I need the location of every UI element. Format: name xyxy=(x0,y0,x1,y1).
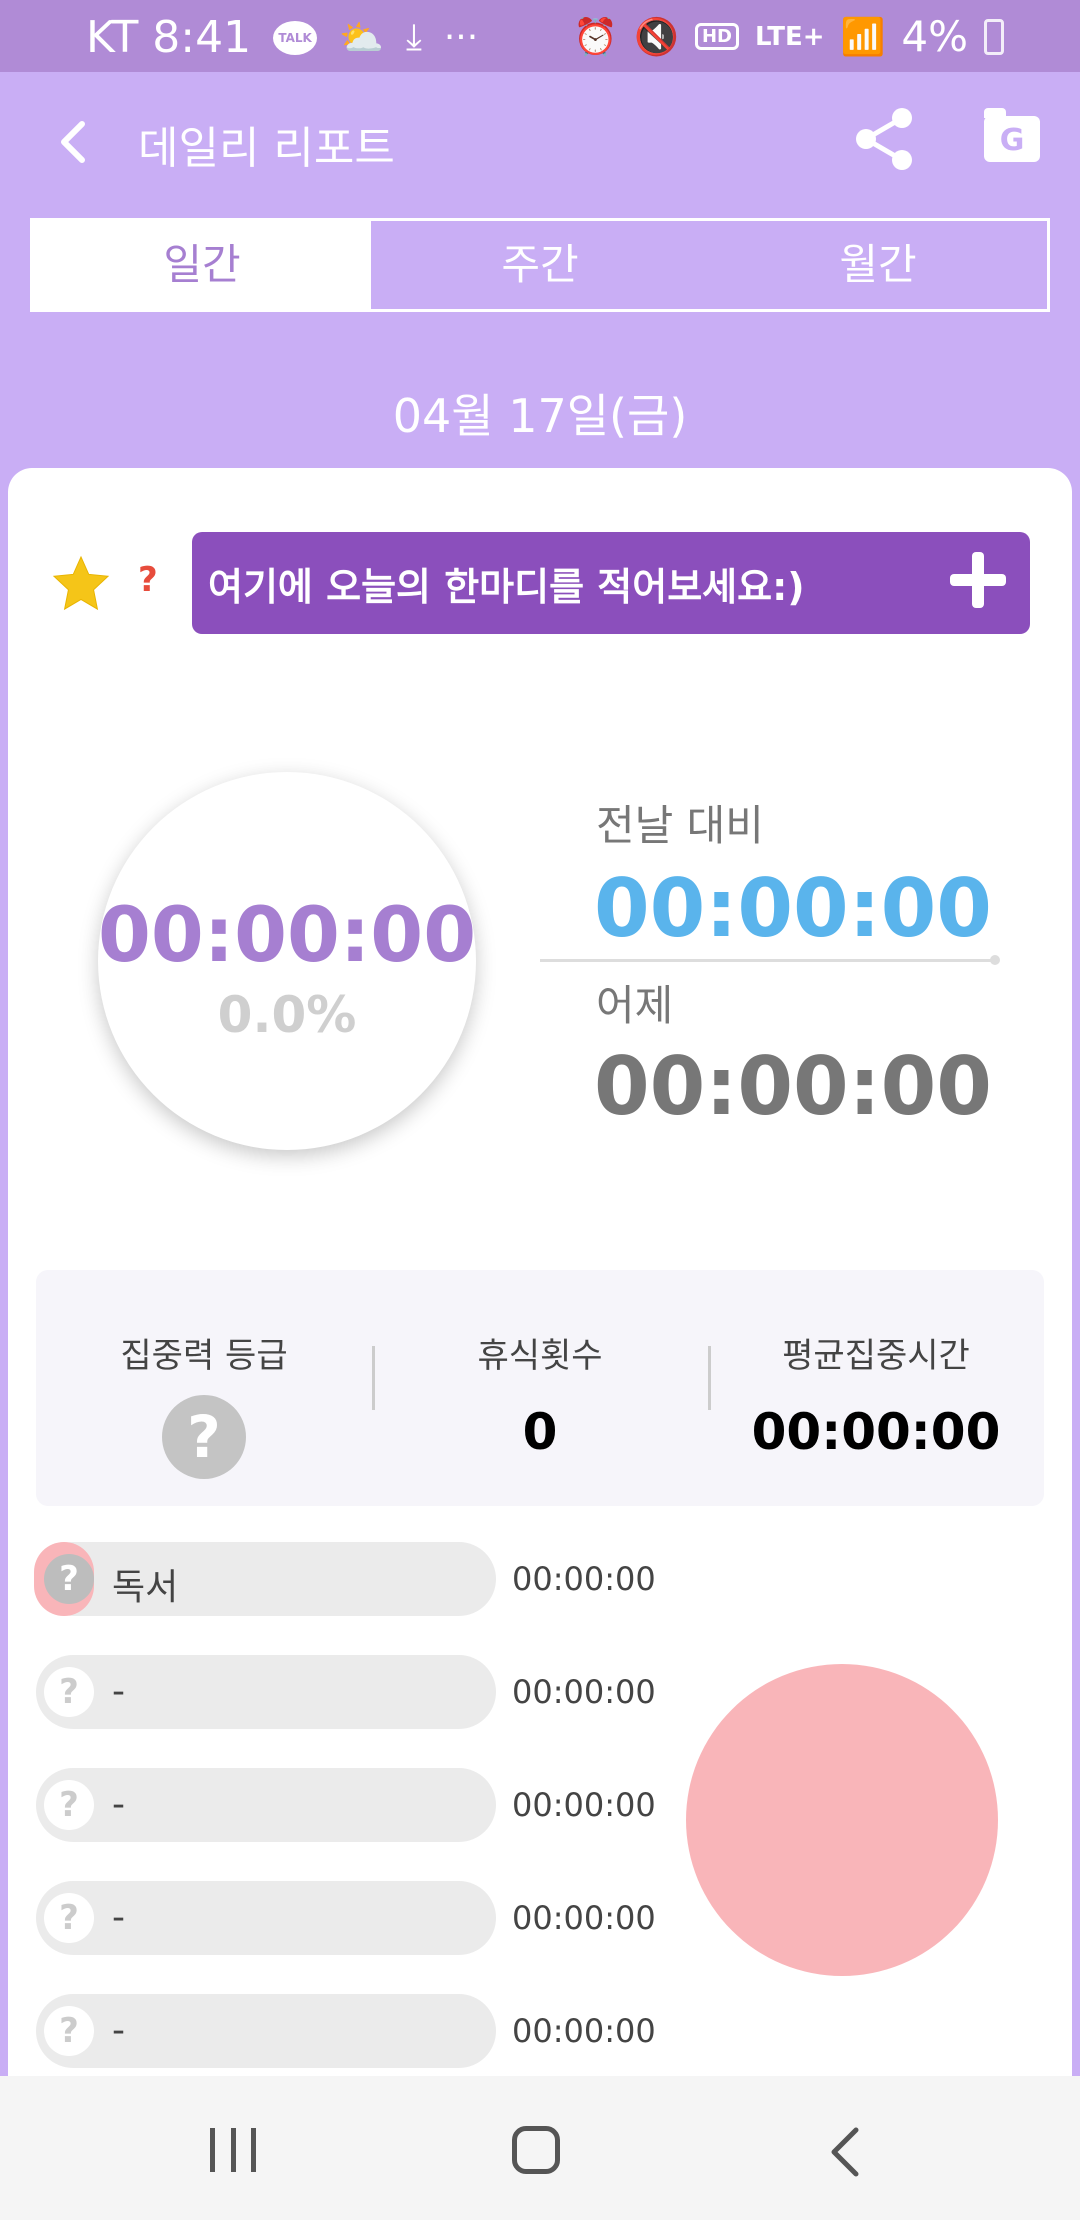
mute-icon: 🔇 xyxy=(634,16,679,58)
system-nav-bar xyxy=(0,2076,1080,2220)
page-title: 데일리 리포트 xyxy=(138,123,395,174)
tab-weekly[interactable]: 주간 xyxy=(371,221,709,309)
memo-placeholder: 여기에 오늘의 한마디를 적어보세요:) xyxy=(208,565,805,609)
system-back-icon[interactable] xyxy=(818,2124,874,2180)
status-right: ⏰ 🔇 HD LTE+ 📶 4% xyxy=(573,12,1004,61)
google-drive-backup-icon[interactable]: G xyxy=(984,108,1040,162)
home-icon[interactable] xyxy=(512,2126,560,2174)
back-arrow-icon[interactable] xyxy=(44,112,104,172)
download-icon: ⤓ xyxy=(405,16,422,58)
question-icon: ? xyxy=(44,1893,94,1943)
tab-monthly[interactable]: 월간 xyxy=(709,221,1047,309)
stat-break-count: 휴식횟수 0 xyxy=(372,1270,708,1506)
stat-value: 00:00:00 xyxy=(751,1403,1001,1461)
stat-average-focus: 평균집중시간 00:00:00 xyxy=(708,1270,1044,1506)
daily-memo-button[interactable]: 여기에 오늘의 한마디를 적어보세요:) xyxy=(192,532,1030,634)
yesterday-label: 어제 xyxy=(596,981,674,1030)
list-item[interactable]: ? 독서 00:00:00 xyxy=(34,1542,656,1616)
subject-time: 00:00:00 xyxy=(512,2012,656,2050)
share-icon[interactable] xyxy=(850,104,920,174)
network-type: LTE+ xyxy=(754,21,825,52)
help-icon[interactable]: ? xyxy=(138,560,158,600)
tab-daily[interactable]: 일간 xyxy=(33,221,371,309)
hd-voice-icon: HD xyxy=(694,23,739,50)
diff-label: 전날 대비 xyxy=(596,801,764,850)
diff-time: 00:00:00 xyxy=(594,862,992,955)
more-notifications-icon: ··· xyxy=(443,17,479,58)
today-achievement-percent: 0.0% xyxy=(217,986,357,1044)
stat-focus-grade: 집중력 등급 ? xyxy=(36,1270,372,1506)
today-total-circle: 00:00:00 0.0% xyxy=(98,772,476,1150)
battery-percent: 4% xyxy=(901,12,968,61)
compare-divider xyxy=(540,955,1000,965)
carrier-time: KT 8:41 xyxy=(86,12,252,63)
focus-grade-badge[interactable]: ? xyxy=(162,1395,246,1479)
subject-name: - xyxy=(112,2010,125,2051)
list-item[interactable]: ? - 00:00:00 xyxy=(36,1881,656,1955)
subject-name: 독서 xyxy=(112,1567,179,1608)
signal-icon: 📶 xyxy=(840,16,886,58)
status-left: KT 8:41 TALK ⛅ ⤓ ··· xyxy=(86,12,478,63)
weather-icon: ⛅ xyxy=(339,17,384,59)
star-icon[interactable] xyxy=(52,554,110,612)
list-item[interactable]: ? - 00:00:00 xyxy=(36,1994,656,2068)
stats-panel: 집중력 등급 ? 휴식횟수 0 평균집중시간 00:00:00 xyxy=(36,1270,1044,1506)
status-bar: KT 8:41 TALK ⛅ ⤓ ··· ⏰ 🔇 HD LTE+ 📶 4% xyxy=(0,0,1080,72)
plus-icon xyxy=(948,550,1008,610)
stat-label: 평균집중시간 xyxy=(782,1336,970,1376)
app-bar: 데일리 리포트 G xyxy=(0,72,1080,212)
list-item[interactable]: ? - 00:00:00 xyxy=(36,1655,656,1729)
subject-time: 00:00:00 xyxy=(512,1560,656,1598)
subject-name: - xyxy=(112,1671,125,1712)
stat-label: 집중력 등급 xyxy=(120,1336,288,1376)
stat-label: 휴식횟수 xyxy=(477,1336,603,1376)
kakaotalk-icon: TALK xyxy=(273,20,318,55)
question-icon: ? xyxy=(44,1667,94,1717)
stat-value: 0 xyxy=(522,1403,558,1461)
report-date[interactable]: 04월 17일(금) xyxy=(0,380,1080,446)
subject-time: 00:00:00 xyxy=(512,1786,656,1824)
yesterday-time: 00:00:00 xyxy=(594,1040,992,1133)
recent-apps-icon[interactable] xyxy=(210,2128,256,2172)
subject-time: 00:00:00 xyxy=(512,1673,656,1711)
alarm-icon: ⏰ xyxy=(573,16,619,58)
today-total-time: 00:00:00 xyxy=(98,890,477,979)
battery-icon xyxy=(984,18,1004,55)
subject-time: 00:00:00 xyxy=(512,1899,656,1937)
question-icon: ? xyxy=(44,1780,94,1830)
question-icon: ? xyxy=(44,1554,94,1604)
period-tabs: 일간 주간 월간 xyxy=(30,218,1050,312)
subject-name: - xyxy=(112,1897,125,1938)
subject-name: - xyxy=(112,1784,125,1825)
list-item[interactable]: ? - 00:00:00 xyxy=(36,1768,656,1842)
subject-pie-chart xyxy=(686,1664,998,1976)
question-icon: ? xyxy=(44,2006,94,2056)
